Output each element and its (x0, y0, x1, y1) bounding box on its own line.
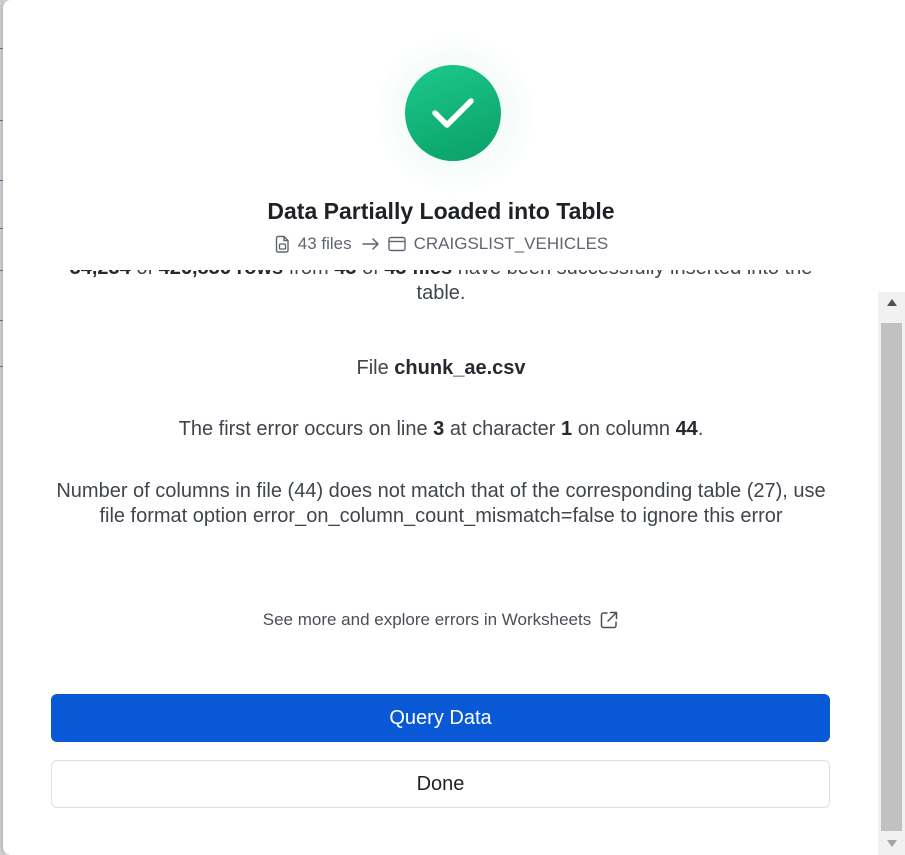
rows-loaded: 34,234 (70, 270, 131, 279)
load-target-summary: 43 files CRAIGSLIST_VEHICLES (3, 234, 879, 254)
table-name: CRAIGSLIST_VEHICLES (413, 234, 609, 253)
dialog-title: Data Partially Loaded into Table (267, 198, 615, 224)
worksheets-link-label[interactable]: See more and explore errors in Worksheet… (263, 610, 592, 630)
scrollbar-thumb[interactable] (881, 323, 902, 831)
summary-text-of: of (362, 270, 379, 279)
files-loaded: 43 (334, 270, 356, 279)
summary-text-from: from (289, 270, 329, 279)
load-result-dialog: Data Partially Loaded into Table 43 file… (3, 0, 905, 855)
error-message: Number of columns in file (44) does not … (56, 480, 826, 527)
done-button[interactable]: Done (51, 760, 830, 808)
success-check-icon (405, 65, 501, 161)
arrow-right-icon (361, 238, 380, 250)
error-location-end: . (697, 418, 704, 440)
query-data-button[interactable]: Query Data (51, 694, 830, 742)
summary-text-of: of (136, 270, 153, 279)
error-column: 44 (675, 418, 698, 440)
error-character: 1 (561, 418, 573, 440)
error-file-text: File chunk_ae.csv (43, 356, 839, 381)
table-icon (387, 236, 406, 252)
files-count: 43 files (297, 234, 352, 253)
worksheets-link[interactable]: See more and explore errors in Worksheet… (3, 610, 879, 630)
summary-text-tail: have been successfully inserted into the… (416, 270, 813, 304)
error-location-text-3: on column (577, 418, 670, 440)
external-link-icon[interactable] (599, 610, 619, 630)
files-total: 43 files (384, 270, 452, 279)
error-file-name: chunk_ae.csv (394, 357, 526, 379)
error-line: 3 (433, 418, 445, 440)
error-location-text-2: at character (449, 418, 556, 440)
files-icon (274, 235, 290, 253)
error-location-text-1: The first error occurs on line (178, 418, 428, 440)
error-location-text: The first error occurs on line 3 at char… (43, 417, 839, 442)
scroll-down-arrow-icon[interactable] (878, 833, 905, 853)
load-summary-text: 34,234 of 426,836 rows from 43 of 43 fil… (43, 270, 839, 306)
scroll-up-arrow-icon[interactable] (878, 292, 905, 312)
dialog-header: Data Partially Loaded into Table 43 file… (3, 0, 879, 270)
rows-total: 426,836 rows (159, 270, 284, 279)
error-file-label: File (356, 357, 389, 379)
vertical-scrollbar[interactable] (878, 292, 905, 855)
